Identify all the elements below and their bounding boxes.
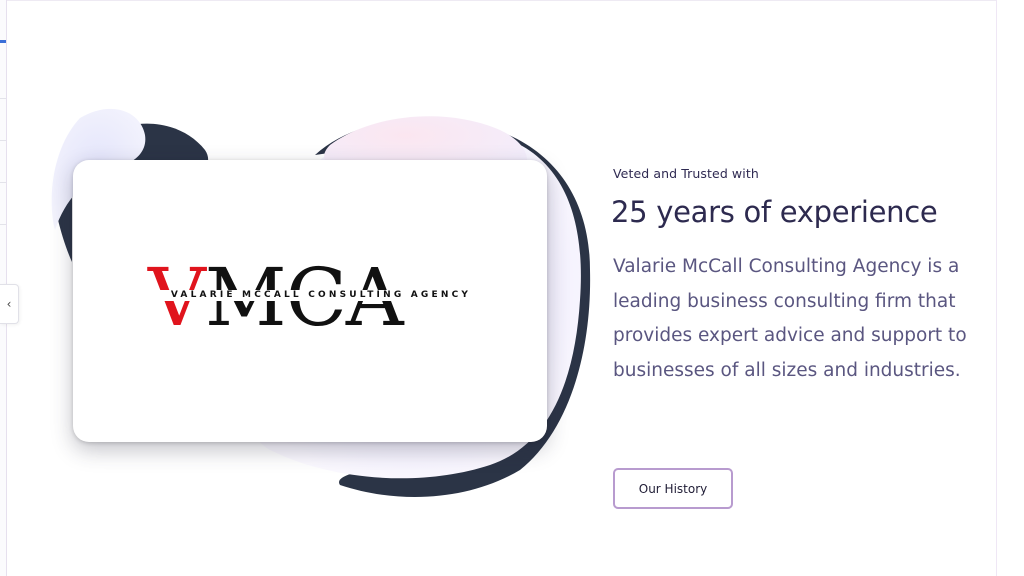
section-headline: 25 years of experience [611, 195, 938, 229]
logo-tagline: VALARIE MCCALL CONSULTING AGENCY [170, 290, 472, 300]
logo-card: VMCA VALARIE MCCALL CONSULTING AGENCY [73, 160, 547, 442]
section-description: Valarie McCall Consulting Agency is a le… [613, 256, 967, 381]
our-history-button[interactable]: Our History [613, 468, 733, 509]
eyebrow-text: Veted and Trusted with [613, 166, 759, 181]
vmca-logo: VMCA VALARIE MCCALL CONSULTING AGENCY [148, 258, 493, 338]
